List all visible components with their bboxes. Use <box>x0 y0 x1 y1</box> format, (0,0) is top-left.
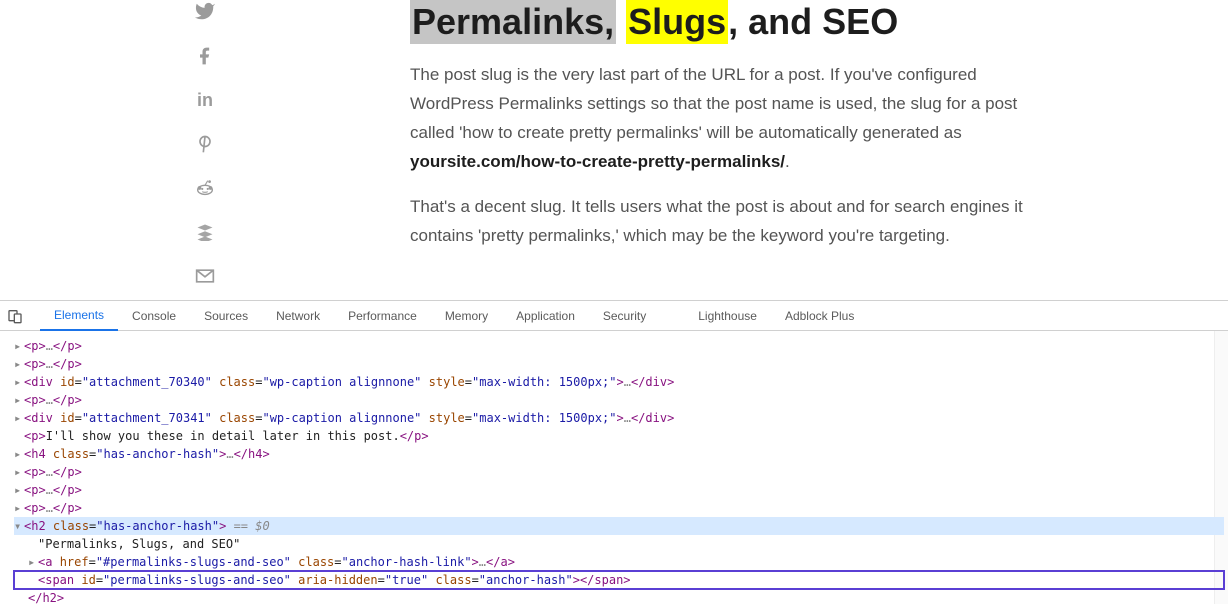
devtools-panel: Elements Console Sources Network Perform… <box>0 300 1228 604</box>
email-icon[interactable] <box>195 264 215 288</box>
tab-application[interactable]: Application <box>502 301 589 331</box>
tab-elements[interactable]: Elements <box>40 301 118 331</box>
devtools-tabs: Elements Console Sources Network Perform… <box>0 301 1228 331</box>
linkedin-icon[interactable]: in <box>197 88 213 112</box>
social-share-column: in <box>0 0 410 300</box>
dom-line[interactable]: ▸<p>…</p> <box>14 337 1224 355</box>
dom-line[interactable]: ▸<p>…</p> <box>14 481 1224 499</box>
heading-rest: , and SEO <box>728 1 898 42</box>
twitter-icon[interactable] <box>194 0 216 24</box>
dom-line[interactable]: "Permalinks, Slugs, and SEO" <box>14 535 1224 553</box>
device-toggle-icon[interactable] <box>6 307 24 325</box>
article-url-example: yoursite.com/how-to-create-pretty-permal… <box>410 152 785 171</box>
article-paragraph-1: The post slug is the very last part of t… <box>410 61 1040 177</box>
dom-line[interactable]: <p>I'll show you these in detail later i… <box>14 427 1224 445</box>
tab-memory[interactable]: Memory <box>431 301 502 331</box>
dom-line[interactable]: ▸<div id="attachment_70340" class="wp-ca… <box>14 373 1224 391</box>
tab-console[interactable]: Console <box>118 301 190 331</box>
buffer-icon[interactable] <box>196 220 214 244</box>
page-content: in Permalinks, Slugs, and SEO The post s… <box>0 0 1228 300</box>
tab-network[interactable]: Network <box>262 301 334 331</box>
tab-security[interactable]: Security <box>589 301 660 331</box>
dom-line[interactable]: ▸<p>…</p> <box>14 391 1224 409</box>
dom-line-selected[interactable]: ▾<h2 class="has-anchor-hash"> == $0 <box>14 517 1224 535</box>
dom-line[interactable]: ▸<p>…</p> <box>14 463 1224 481</box>
pinterest-icon[interactable] <box>195 132 215 156</box>
facebook-icon[interactable] <box>195 44 215 68</box>
article-heading: Permalinks, Slugs, and SEO <box>410 0 1040 43</box>
heading-highlight-grey: Permalinks, <box>410 0 616 44</box>
tab-lighthouse[interactable]: Lighthouse <box>684 301 771 331</box>
article-content: Permalinks, Slugs, and SEO The post slug… <box>410 0 1050 300</box>
heading-highlight-yellow: Slugs <box>626 0 728 44</box>
dom-line[interactable]: </h2> <box>14 589 1224 604</box>
reddit-icon[interactable] <box>194 176 216 200</box>
article-paragraph-2: That's a decent slug. It tells users wha… <box>410 193 1040 251</box>
dom-line[interactable]: ▸<p>…</p> <box>14 355 1224 373</box>
dom-line-highlighted[interactable]: <span id="permalinks-slugs-and-seo" aria… <box>14 571 1224 589</box>
dom-line[interactable]: ▸<h4 class="has-anchor-hash">…</h4> <box>14 445 1224 463</box>
tab-adblock[interactable]: Adblock Plus <box>771 301 868 331</box>
tab-sources[interactable]: Sources <box>190 301 262 331</box>
dom-line[interactable]: ▸<p>…</p> <box>14 499 1224 517</box>
dom-line[interactable]: ▸<div id="attachment_70341" class="wp-ca… <box>14 409 1224 427</box>
dom-tree[interactable]: ▸<p>…</p> ▸<p>…</p> ▸<div id="attachment… <box>0 331 1228 604</box>
dom-line[interactable]: ▸<a href="#permalinks-slugs-and-seo" cla… <box>14 553 1224 571</box>
tab-performance[interactable]: Performance <box>334 301 431 331</box>
